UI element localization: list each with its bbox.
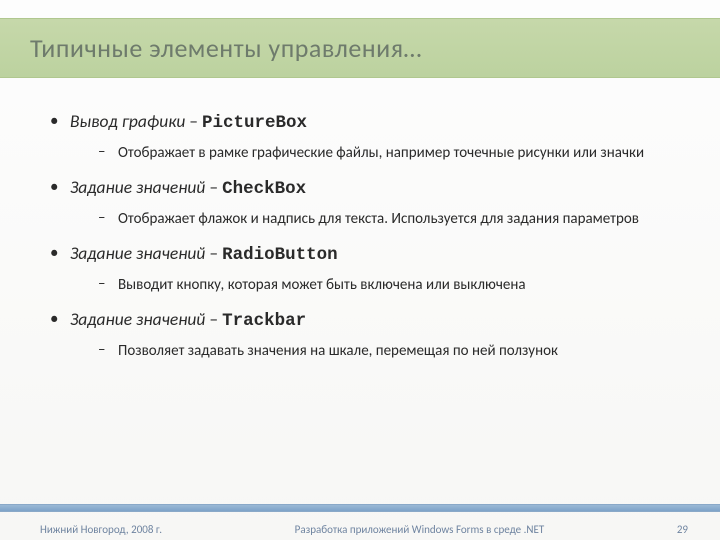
list-subitem: – Отображает в рамке графические файлы, … (98, 142, 672, 165)
item-description: Отображает в рамке графические файлы, на… (118, 142, 672, 165)
list-subitem: – Выводит кнопку, которая может быть вкл… (98, 274, 672, 297)
footer: Нижний Новгород, 2008 г. Разработка прил… (0, 523, 720, 536)
list-subitem: – Позволяет задавать значения на шкале, … (98, 340, 672, 363)
page-number: 29 (677, 523, 688, 536)
slide: Типичные элементы управления… • Вывод гр… (0, 0, 720, 540)
dash-icon: – (98, 208, 118, 230)
bullet-icon: • (50, 242, 70, 264)
item-description: Позволяет задавать значения на шкале, пе… (118, 340, 672, 363)
list-item: • Задание значений – RadioButton (50, 242, 672, 268)
item-lead: Вывод графики (70, 110, 185, 132)
control-name: RadioButton (222, 245, 338, 265)
footer-location: Нижний Новгород, 2008 г. (40, 523, 162, 536)
list-item: • Вывод графики – PictureBox (50, 110, 672, 136)
control-name: CheckBox (222, 179, 306, 199)
slide-title: Типичные элементы управления… (30, 32, 422, 64)
dash-icon: – (98, 142, 118, 164)
bullet-icon: • (50, 176, 70, 198)
dash-icon: – (98, 340, 118, 362)
item-description: Выводит кнопку, которая может быть включ… (118, 274, 672, 297)
bullet-icon: • (50, 110, 70, 132)
control-name: Trackbar (222, 311, 306, 331)
item-lead: Задание значений (70, 242, 205, 264)
item-description: Отображает флажок и надпись для текста. … (118, 208, 672, 231)
control-name: PictureBox (202, 113, 307, 133)
list-item: • Задание значений – Trackbar (50, 308, 672, 334)
item-lead: Задание значений (70, 308, 205, 330)
bullet-icon: • (50, 308, 70, 330)
footer-accent-bar (0, 504, 720, 512)
content-area: • Вывод графики – PictureBox – Отображае… (50, 100, 672, 480)
title-band: Типичные элементы управления… (0, 18, 720, 78)
list-item: • Задание значений – CheckBox (50, 176, 672, 202)
list-subitem: – Отображает флажок и надпись для текста… (98, 208, 672, 231)
footer-title: Разработка приложений Windows Forms в ср… (162, 523, 677, 536)
dash-icon: – (98, 274, 118, 296)
item-lead: Задание значений (70, 176, 205, 198)
